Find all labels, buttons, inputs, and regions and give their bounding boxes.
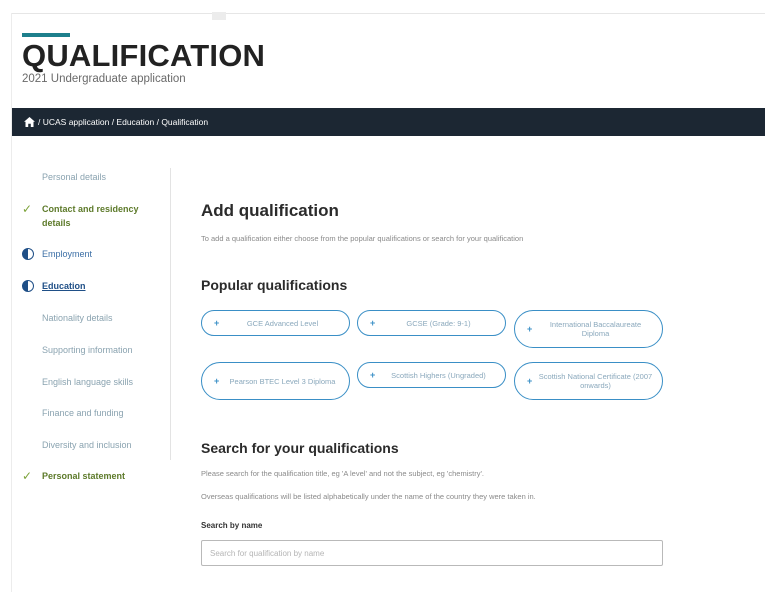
chip-label: GCE Advanced Level <box>246 318 319 328</box>
half-circle-progress-icon <box>22 280 34 292</box>
sidebar-item-english-language-skills[interactable]: English language skills <box>22 375 133 389</box>
sidebar-item-education[interactable]: Education <box>22 279 86 293</box>
search-input[interactable] <box>201 540 663 566</box>
sidebar-item-label: English language skills <box>42 377 134 387</box>
sidebar-item-employment[interactable]: Employment <box>22 247 92 261</box>
breadcrumb: / UCAS application / Education / Qualifi… <box>12 108 765 136</box>
check-icon: ✓ <box>22 202 33 216</box>
search-instructions-1: Please search for the qualification titl… <box>201 469 484 478</box>
sidebar-item-nationality-details[interactable]: Nationality details <box>22 311 113 325</box>
chip-label: GCSE (Grade: 9-1) <box>406 318 471 328</box>
sidebar-divider <box>170 168 171 460</box>
sidebar-item-diversity-inclusion[interactable]: Diversity and inclusion <box>22 438 132 452</box>
sidebar-item-label: Education <box>42 281 86 291</box>
plus-icon: + <box>214 376 220 386</box>
add-qualification-heading: Add qualification <box>201 201 339 220</box>
chip-gcse[interactable]: + GCSE (Grade: 9-1) <box>357 310 506 336</box>
chip-label: International Baccalaureate Diploma <box>549 320 642 338</box>
chip-label: Pearson BTEC Level 3 Diploma <box>229 376 336 386</box>
sidebar-item-contact-residency[interactable]: ✓ Contact and residency details <box>22 202 152 230</box>
left-divider <box>11 13 12 592</box>
plus-icon: + <box>527 324 533 334</box>
page-subtitle: 2021 Undergraduate application <box>22 73 186 85</box>
search-instructions-2: Overseas qualifications will be listed a… <box>201 492 536 501</box>
page: QUALIFICATION 2021 Undergraduate applica… <box>0 0 765 592</box>
sidebar-item-supporting-information[interactable]: Supporting information <box>22 343 133 357</box>
add-qualification-instructions: To add a qualification either choose fro… <box>201 234 524 243</box>
title-accent-bar <box>22 33 70 37</box>
chip-pearson-btec[interactable]: + Pearson BTEC Level 3 Diploma <box>201 362 350 400</box>
chip-scottish-highers[interactable]: + Scottish Highers (Ungraded) <box>357 362 506 388</box>
search-by-name-label: Search by name <box>201 521 263 530</box>
sidebar-item-label: Personal details <box>42 172 107 182</box>
page-title: QUALIFICATION <box>22 38 266 73</box>
sidebar-item-label: Supporting information <box>42 345 133 355</box>
search-qualifications-heading: Search for your qualifications <box>201 440 399 456</box>
chip-international-baccalaureate[interactable]: + International Baccalaureate Diploma <box>514 310 663 348</box>
sidebar-item-personal-statement[interactable]: ✓ Personal statement <box>22 469 125 483</box>
home-icon[interactable] <box>24 117 35 127</box>
sidebar-item-label: Personal statement <box>42 471 126 481</box>
sidebar-item-label: Contact and residency details <box>42 204 139 228</box>
chip-label: Scottish Highers (Ungraded) <box>391 370 486 380</box>
plus-icon: + <box>370 370 376 380</box>
top-edge-mark <box>212 12 226 20</box>
plus-icon: + <box>370 318 376 328</box>
plus-icon: + <box>214 318 220 328</box>
sidebar-item-personal-details[interactable]: Personal details <box>22 170 106 184</box>
sidebar-item-label: Nationality details <box>42 313 113 323</box>
chip-gce-advanced-level[interactable]: + GCE Advanced Level <box>201 310 350 336</box>
half-circle-progress-icon <box>22 248 34 260</box>
chip-label: Scottish National Certificate (2007 onwa… <box>538 372 653 390</box>
sidebar-item-label: Diversity and inclusion <box>42 440 132 450</box>
sidebar-item-label: Employment <box>42 249 93 259</box>
breadcrumb-path[interactable]: / UCAS application / Education / Qualifi… <box>38 117 208 127</box>
sidebar-item-label: Finance and funding <box>42 408 124 418</box>
chip-scottish-national-certificate[interactable]: + Scottish National Certificate (2007 on… <box>514 362 663 400</box>
sidebar-item-finance-funding[interactable]: Finance and funding <box>22 406 124 420</box>
top-divider <box>12 13 765 14</box>
check-icon: ✓ <box>22 469 33 483</box>
plus-icon: + <box>527 376 533 386</box>
popular-qualifications-heading: Popular qualifications <box>201 277 348 293</box>
